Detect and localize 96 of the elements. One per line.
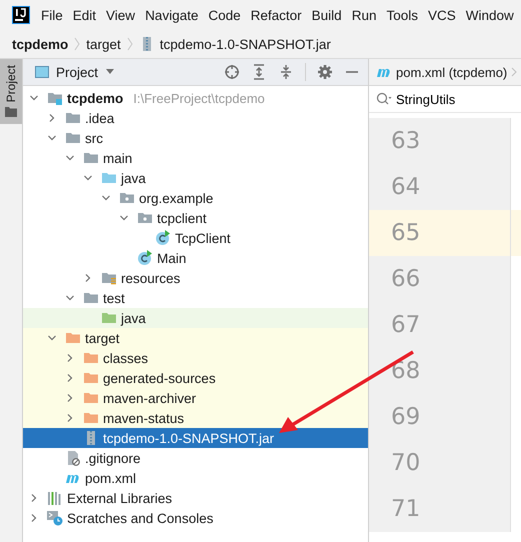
package-icon (119, 190, 135, 206)
line-number: 71 (391, 496, 420, 522)
test-folder-icon (101, 310, 117, 326)
excluded-folder-icon (83, 410, 99, 426)
chevron-icon[interactable] (29, 493, 39, 503)
search-field[interactable]: StringUtils (394, 92, 508, 106)
tree-item[interactable]: maven-archiver (23, 388, 368, 408)
app-logo-icon (12, 6, 30, 24)
tree-item[interactable]: org.example (23, 188, 368, 208)
tree-item[interactable]: Main (23, 248, 368, 268)
path-text: I:\FreeProject\tcpdemo (133, 90, 265, 106)
chevron-icon[interactable] (65, 413, 75, 423)
tree-item[interactable]: TcpClient (23, 228, 368, 248)
tree-item[interactable]: generated-sources (23, 368, 368, 388)
tool-window-tab[interactable]: Project (0, 59, 22, 124)
tree-item[interactable]: main (23, 148, 368, 168)
excluded-folder-icon (83, 370, 99, 386)
menu-item[interactable]: Refactor (250, 8, 302, 22)
separator-icon (126, 37, 134, 51)
chevron-icon[interactable] (29, 93, 39, 103)
folder-icon (83, 150, 99, 166)
collapse-all-icon[interactable] (278, 64, 294, 80)
folder-icon (65, 130, 81, 146)
breadcrumb-item[interactable]: tcpdemo (12, 36, 68, 52)
tree-item[interactable]: Scratches and Consoles (23, 508, 368, 528)
line-number: 67 (391, 312, 420, 338)
package-icon (137, 210, 153, 226)
chevron-icon[interactable] (65, 353, 75, 363)
tree-item[interactable]: .gitignore (23, 448, 368, 468)
excluded-folder-icon (83, 350, 99, 366)
menu-item[interactable]: Tools (386, 8, 418, 22)
tree-item[interactable]: .idea (23, 108, 368, 128)
panel-icon (35, 66, 49, 78)
excluded-folder-icon (83, 390, 99, 406)
folder-icon (65, 110, 81, 126)
chevron-icon (511, 67, 518, 77)
breadcrumb-item[interactable]: tcpdemo-1.0-SNAPSHOT.jar (160, 36, 331, 52)
menu-item[interactable]: Run (352, 8, 376, 22)
tree-item[interactable]: target (23, 328, 368, 348)
menu-item[interactable]: Edit (72, 8, 96, 22)
ignored-file-icon (65, 450, 81, 466)
locate-icon[interactable] (224, 64, 240, 80)
dropdown-icon (105, 69, 116, 75)
tree-item[interactable]: tcpdemo I:\FreeProject\tcpdemo (23, 88, 368, 108)
chevron-icon[interactable] (47, 113, 57, 123)
chevron-icon[interactable] (83, 173, 93, 183)
chevron-icon[interactable] (65, 293, 75, 303)
tree-item[interactable]: tcpclient (23, 208, 368, 228)
expand-all-icon[interactable] (251, 64, 267, 80)
chevron-icon[interactable] (47, 333, 57, 343)
class-icon (137, 250, 153, 266)
line-number: 70 (391, 450, 420, 476)
chevron-icon[interactable] (47, 133, 57, 143)
tree-item[interactable]: src (23, 128, 368, 148)
menu-item[interactable]: View (106, 8, 136, 22)
chevron-icon[interactable] (101, 193, 111, 203)
menu-item[interactable]: File (41, 8, 63, 22)
source-folder-icon (101, 170, 117, 186)
tree-item[interactable]: tcpdemo-1.0-SNAPSHOT.jar (23, 428, 368, 448)
chevron-icon[interactable] (65, 373, 75, 383)
tree-item[interactable]: classes (23, 348, 368, 368)
tree-item[interactable]: test (23, 288, 368, 308)
menu-item[interactable]: Code (208, 8, 241, 22)
settings-icon[interactable] (317, 64, 333, 80)
line-number: 64 (391, 174, 420, 200)
class-icon (155, 230, 171, 246)
line-number: 69 (391, 404, 420, 430)
separator-icon (73, 37, 82, 51)
chevron-icon[interactable] (65, 153, 75, 163)
line-number: 65 (391, 220, 420, 246)
tree-item[interactable]: resources (23, 268, 368, 288)
resources-folder-icon (101, 270, 117, 286)
chevron-icon[interactable] (65, 393, 75, 403)
menu-item[interactable]: Build (312, 8, 342, 22)
tree-item[interactable]: java (23, 168, 368, 188)
chevron-icon[interactable] (119, 213, 129, 223)
tree-item[interactable]: java (23, 308, 368, 328)
folder-icon (83, 290, 99, 306)
menu-item[interactable]: Window (466, 8, 514, 22)
line-number: 63 (391, 128, 420, 154)
library-shelf-icon (47, 490, 63, 506)
excluded-folder-icon (65, 330, 81, 346)
folder-icon (5, 106, 17, 118)
console-clock-icon (47, 510, 63, 526)
line-number: 66 (391, 266, 420, 292)
tree-item[interactable]: pom.xml (23, 468, 368, 488)
view-selector[interactable]: Project (35, 64, 116, 80)
chevron-icon[interactable] (83, 273, 93, 283)
menu-item[interactable]: Navigate (145, 8, 198, 22)
tree-item[interactable]: External Libraries (23, 488, 368, 508)
module-folder-icon (47, 90, 63, 106)
chevron-icon[interactable] (29, 513, 39, 523)
menu-item[interactable]: VCS (428, 8, 456, 22)
breadcrumb-item[interactable]: target (86, 36, 121, 52)
search-icon (376, 92, 392, 106)
tree-item[interactable]: maven-status (23, 408, 368, 428)
